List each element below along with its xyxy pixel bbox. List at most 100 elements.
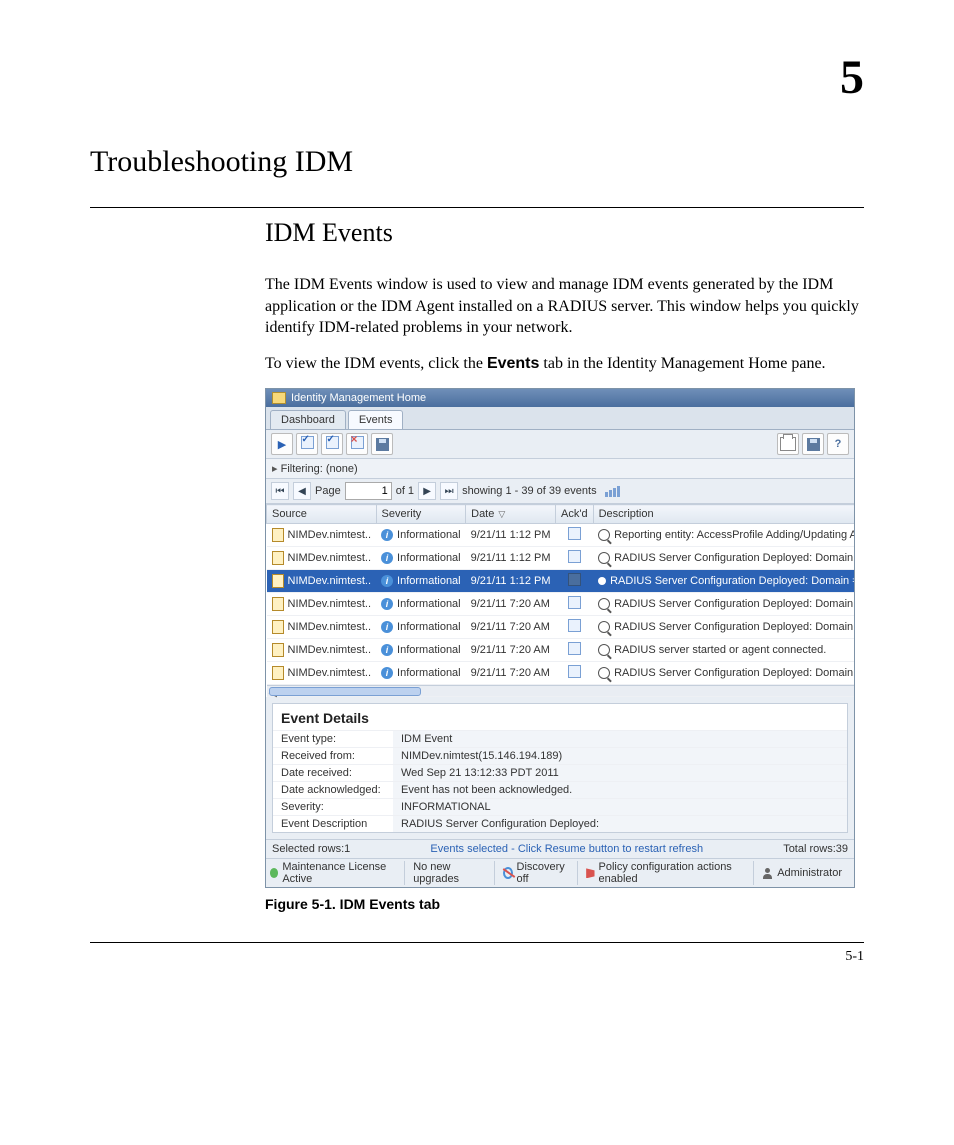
detail-value: IDM Event [393,730,847,747]
discovery-status[interactable]: Discovery off [503,861,579,885]
col-severity[interactable]: Severity [376,505,466,524]
upgrades-status: No new upgrades [413,861,494,885]
table-row[interactable]: NIMDev.nimtest..iInformational9/21/11 1:… [267,524,856,547]
ack-checkbox[interactable] [568,665,581,678]
date-text: 9/21/11 7:20 AM [466,639,556,662]
horizontal-scrollbar[interactable]: ◀ [267,685,856,697]
print-button[interactable] [777,433,799,455]
page-input[interactable] [345,482,392,500]
desc-text: RADIUS Server Configuration Deployed: Do… [610,575,855,587]
table-row[interactable]: NIMDev.nimtest..iInformational9/21/11 1:… [267,570,856,593]
info-icon: i [381,621,393,633]
magnifier-icon[interactable] [598,621,610,633]
first-page-button[interactable]: ⏮ [271,482,289,500]
prev-page-button[interactable]: ◀ [293,482,311,500]
magnifier-icon[interactable] [598,598,610,610]
save-events-button[interactable] [371,433,393,455]
ack-checkbox[interactable] [568,619,581,632]
page-number: 5-1 [90,949,864,965]
chapter-number: 5 [90,50,864,105]
desc-text: RADIUS server started or agent connected… [614,644,826,656]
events-table: Source Severity Date▽ Ack'd Description … [266,504,855,697]
table-row[interactable]: NIMDev.nimtest..iInformational9/21/11 1:… [267,547,856,570]
detail-key: Event type: [273,730,393,747]
policy-status: Policy configuration actions enabled [586,861,754,885]
footer-rule [90,942,864,943]
resume-button[interactable]: ▶ [271,433,293,455]
magnifier-icon[interactable] [598,529,610,541]
detail-key: Severity: [273,798,393,815]
desc-text: RADIUS Server Configuration Deployed: Do… [614,621,855,633]
paging-row: ⏮ ◀ Page of 1 ▶ ⏭ showing 1 - 39 of 39 e… [266,479,854,504]
ack-checkbox[interactable] [568,573,581,586]
col-date[interactable]: Date▽ [466,505,556,524]
status-row: Selected rows:1 Events selected - Click … [266,839,854,858]
table-header-row: Source Severity Date▽ Ack'd Description [267,505,856,524]
tab-dashboard[interactable]: Dashboard [270,410,346,429]
ack-checkbox[interactable] [568,550,581,563]
info-icon: i [381,644,393,656]
date-text: 9/21/11 7:20 AM [466,616,556,639]
ack-checkbox[interactable] [568,527,581,540]
delete-button[interactable]: × [346,433,368,455]
footer-bar: Maintenance License Active No new upgrad… [266,858,854,887]
figure-caption: Figure 5-1. IDM Events tab [265,896,864,912]
next-page-button[interactable]: ▶ [418,482,436,500]
detail-key: Event Description [273,815,393,832]
filter-value: (none) [326,463,358,475]
doc-icon [272,551,284,565]
help-button[interactable]: ? [827,433,849,455]
event-details-panel: Event Details Event type:IDM EventReceiv… [272,703,848,833]
magnifier-icon[interactable] [598,644,610,656]
intro-paragraph: The IDM Events window is used to view an… [265,274,864,339]
total-rows-label: Total rows:39 [783,843,848,855]
signal-icon [605,486,620,497]
table-row[interactable]: NIMDev.nimtest.. i Informational 9/21/11 7:… [267,616,856,639]
col-source[interactable]: Source [267,505,377,524]
ack-all-button[interactable]: ✓ [321,433,343,455]
discovery-off-icon [503,867,513,879]
col-description[interactable]: Description [593,505,855,524]
source-text: NIMDev.nimtest.. [288,598,372,610]
filter-row[interactable]: ▸ Filtering: (none) [266,459,854,479]
desc-text: Reporting entity: AccessProfile Adding/U… [614,529,855,541]
section-title: IDM Events [265,218,864,248]
ack-checkbox[interactable] [568,642,581,655]
table-row[interactable]: NIMDev.nimtest..iInformational9/21/11 7:… [267,662,856,685]
info-icon: i [381,667,393,679]
detail-value: RADIUS Server Configuration Deployed: [393,815,847,832]
detail-value: NIMDev.nimtest(15.146.194.189) [393,747,847,764]
col-ackd[interactable]: Ack'd [556,505,594,524]
source-text: NIMDev.nimtest.. [288,644,372,656]
license-status: Maintenance License Active [270,861,405,885]
paragraph2-suffix: tab in the Identity Management Home pane… [539,355,825,372]
floppy-icon [376,438,389,451]
last-page-button[interactable]: ⏭ [440,482,458,500]
detail-value: Event has not been acknowledged. [393,781,847,798]
toolbar: ▶ ✓ ✓ × ? [266,430,854,459]
magnifier-icon[interactable] [598,667,610,679]
table-row[interactable]: NIMDev.nimtest..iInformational9/21/11 7:… [267,639,856,662]
section-rule [90,207,864,208]
filter-expand-icon[interactable]: ▸ [272,463,278,475]
detail-key: Received from: [273,747,393,764]
ack-button[interactable]: ✓ [296,433,318,455]
severity-text: Informational [397,621,461,633]
table-row[interactable]: NIMDev.nimtest.. i Informational 9/21/11 7:… [267,593,856,616]
chapter-title: Troubleshooting IDM [90,145,864,179]
source-text: NIMDev.nimtest.. [288,621,372,633]
person-icon [762,868,773,879]
severity-text: Informational [397,598,461,610]
ack-checkbox[interactable] [568,596,581,609]
date-text: 9/21/11 7:20 AM [466,593,556,616]
source-text: NIMDev.nimtest.. [288,529,372,541]
floppy-icon [807,438,820,451]
export-button[interactable] [802,433,824,455]
tab-bar: Dashboard Events [266,407,854,430]
folder-icon [272,392,286,404]
detail-key: Date received: [273,764,393,781]
detail-value: Wed Sep 21 13:12:33 PDT 2011 [393,764,847,781]
info-icon: i [381,598,393,610]
magnifier-icon[interactable] [598,552,610,564]
tab-events[interactable]: Events [348,410,404,429]
